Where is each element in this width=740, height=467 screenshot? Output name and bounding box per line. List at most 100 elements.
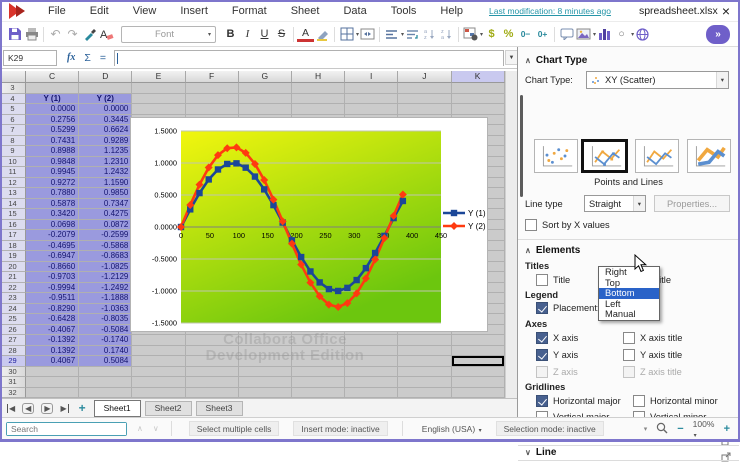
tab-sheet3[interactable]: Sheet3 bbox=[196, 401, 243, 416]
search-up-icon[interactable]: ∧ bbox=[137, 424, 143, 433]
cell-I4[interactable] bbox=[345, 94, 398, 105]
clear-formatting-button[interactable]: A bbox=[98, 26, 115, 43]
cell-E27[interactable] bbox=[132, 335, 185, 346]
cell-I27[interactable] bbox=[345, 335, 398, 346]
next-sheet-icon[interactable]: ▶ bbox=[41, 403, 53, 414]
cell-C11[interactable]: 0.9945 bbox=[26, 167, 79, 178]
subtype-lines-only[interactable] bbox=[635, 139, 679, 173]
row-header-24[interactable]: 24 bbox=[0, 304, 26, 315]
row-header-32[interactable]: 32 bbox=[0, 388, 26, 399]
cell-D12[interactable]: 1.1590 bbox=[79, 178, 132, 189]
search-input[interactable] bbox=[6, 422, 127, 436]
column-header-K[interactable]: K bbox=[452, 71, 505, 83]
subtype-3d-lines[interactable] bbox=[687, 139, 731, 173]
cell-H29[interactable] bbox=[292, 356, 345, 367]
cell-I28[interactable] bbox=[345, 346, 398, 357]
row-header-31[interactable]: 31 bbox=[0, 377, 26, 388]
row-header-13[interactable]: 13 bbox=[0, 188, 26, 199]
subtype-points-only[interactable] bbox=[534, 139, 578, 173]
cell-C15[interactable]: 0.3420 bbox=[26, 209, 79, 220]
placement-option-manual[interactable]: Manual bbox=[599, 309, 659, 320]
cell-D24[interactable]: -1.0363 bbox=[79, 304, 132, 315]
cell-E29[interactable] bbox=[132, 356, 185, 367]
menu-insert[interactable]: Insert bbox=[168, 5, 220, 17]
cell-H31[interactable] bbox=[292, 377, 345, 388]
row-header-19[interactable]: 19 bbox=[0, 251, 26, 262]
cell-E32[interactable] bbox=[132, 388, 185, 399]
font-color-button[interactable]: A bbox=[297, 27, 314, 42]
cell-K4[interactable] bbox=[452, 94, 505, 105]
percent-format-button[interactable]: % bbox=[500, 26, 517, 43]
menu-view[interactable]: View bbox=[121, 5, 169, 17]
cell-D10[interactable]: 1.2310 bbox=[79, 157, 132, 168]
column-header-C[interactable]: C bbox=[26, 71, 79, 83]
save-button[interactable] bbox=[6, 26, 23, 43]
subtype-points-and-lines[interactable] bbox=[581, 139, 628, 173]
cell-H30[interactable] bbox=[292, 367, 345, 378]
cell-C3[interactable] bbox=[26, 83, 79, 94]
row-header-9[interactable]: 9 bbox=[0, 146, 26, 157]
cell-C9[interactable]: 0.8988 bbox=[26, 146, 79, 157]
cell-K30[interactable] bbox=[452, 367, 505, 378]
cell-I29[interactable] bbox=[345, 356, 398, 367]
cell-G28[interactable] bbox=[239, 346, 292, 357]
cell-J31[interactable] bbox=[398, 377, 451, 388]
placement-dropdown-list[interactable]: RightTopBottomLeftManual bbox=[598, 266, 660, 321]
row-header-15[interactable]: 15 bbox=[0, 209, 26, 220]
language-selector[interactable]: English (USA) ▾ bbox=[422, 424, 482, 434]
cell-C27[interactable]: -0.1392 bbox=[26, 335, 79, 346]
column-header-F[interactable]: F bbox=[186, 71, 239, 83]
cell-H3[interactable] bbox=[292, 83, 345, 94]
cell-C7[interactable]: 0.5299 bbox=[26, 125, 79, 136]
row-header-27[interactable]: 27 bbox=[0, 335, 26, 346]
placement-option-right[interactable]: Right bbox=[599, 267, 659, 278]
cell-C10[interactable]: 0.9848 bbox=[26, 157, 79, 168]
autosum-button[interactable]: Σ bbox=[84, 52, 91, 64]
cell-C26[interactable]: -0.4067 bbox=[26, 325, 79, 336]
cell-J30[interactable] bbox=[398, 367, 451, 378]
cell-D11[interactable]: 1.2432 bbox=[79, 167, 132, 178]
cell-K29[interactable] bbox=[452, 356, 505, 367]
row-header-5[interactable]: 5 bbox=[0, 104, 26, 115]
cell-K28[interactable] bbox=[452, 346, 505, 357]
clone-formatting-button[interactable] bbox=[81, 26, 98, 43]
vertical-scrollbar[interactable] bbox=[505, 71, 517, 398]
menu-sheet[interactable]: Sheet bbox=[279, 5, 332, 17]
cell-C29[interactable]: 0.4067 bbox=[26, 356, 79, 367]
cell-D7[interactable]: 0.6624 bbox=[79, 125, 132, 136]
cell-E5[interactable] bbox=[132, 104, 185, 115]
cell-F31[interactable] bbox=[186, 377, 239, 388]
cell-D29[interactable]: 0.5084 bbox=[79, 356, 132, 367]
section-chart-type[interactable]: ∧Chart Type bbox=[525, 55, 587, 66]
first-sheet-icon[interactable]: ◀ bbox=[7, 404, 15, 413]
row-header-20[interactable]: 20 bbox=[0, 262, 26, 273]
font-name-select[interactable]: Font ▾ bbox=[121, 26, 216, 43]
line-type-select[interactable]: Straight ▾ bbox=[584, 195, 646, 212]
close-icon[interactable]: × bbox=[722, 4, 730, 18]
placement-option-bottom[interactable]: Bottom bbox=[599, 288, 659, 299]
cell-E3[interactable] bbox=[132, 83, 185, 94]
cell-J3[interactable] bbox=[398, 83, 451, 94]
cell-H28[interactable] bbox=[292, 346, 345, 357]
cell-C25[interactable]: -0.6428 bbox=[26, 314, 79, 325]
row-header-21[interactable]: 21 bbox=[0, 272, 26, 283]
embedded-chart[interactable]: 1.50001.00000.50000.0000-0.5000-1.0000-1… bbox=[130, 117, 488, 332]
add-sheet-button[interactable]: + bbox=[79, 401, 86, 415]
function-wizard-button[interactable]: fx bbox=[67, 52, 75, 63]
cell-D8[interactable]: 0.9289 bbox=[79, 136, 132, 147]
cell-C31[interactable] bbox=[26, 377, 79, 388]
insert-comment-button[interactable] bbox=[558, 26, 575, 43]
cell-F27[interactable] bbox=[186, 335, 239, 346]
strikethrough-button[interactable]: S bbox=[273, 26, 290, 43]
row-header-6[interactable]: 6 bbox=[0, 115, 26, 126]
cell-G31[interactable] bbox=[239, 377, 292, 388]
cell-I30[interactable] bbox=[345, 367, 398, 378]
cell-F29[interactable] bbox=[186, 356, 239, 367]
placement-option-top[interactable]: Top bbox=[599, 278, 659, 289]
menu-data[interactable]: Data bbox=[331, 5, 378, 17]
row-header-18[interactable]: 18 bbox=[0, 241, 26, 252]
cell-J4[interactable] bbox=[398, 94, 451, 105]
row-header-22[interactable]: 22 bbox=[0, 283, 26, 294]
y-axis-title-checkbox[interactable]: Y axis title bbox=[623, 349, 682, 361]
cell-F30[interactable] bbox=[186, 367, 239, 378]
